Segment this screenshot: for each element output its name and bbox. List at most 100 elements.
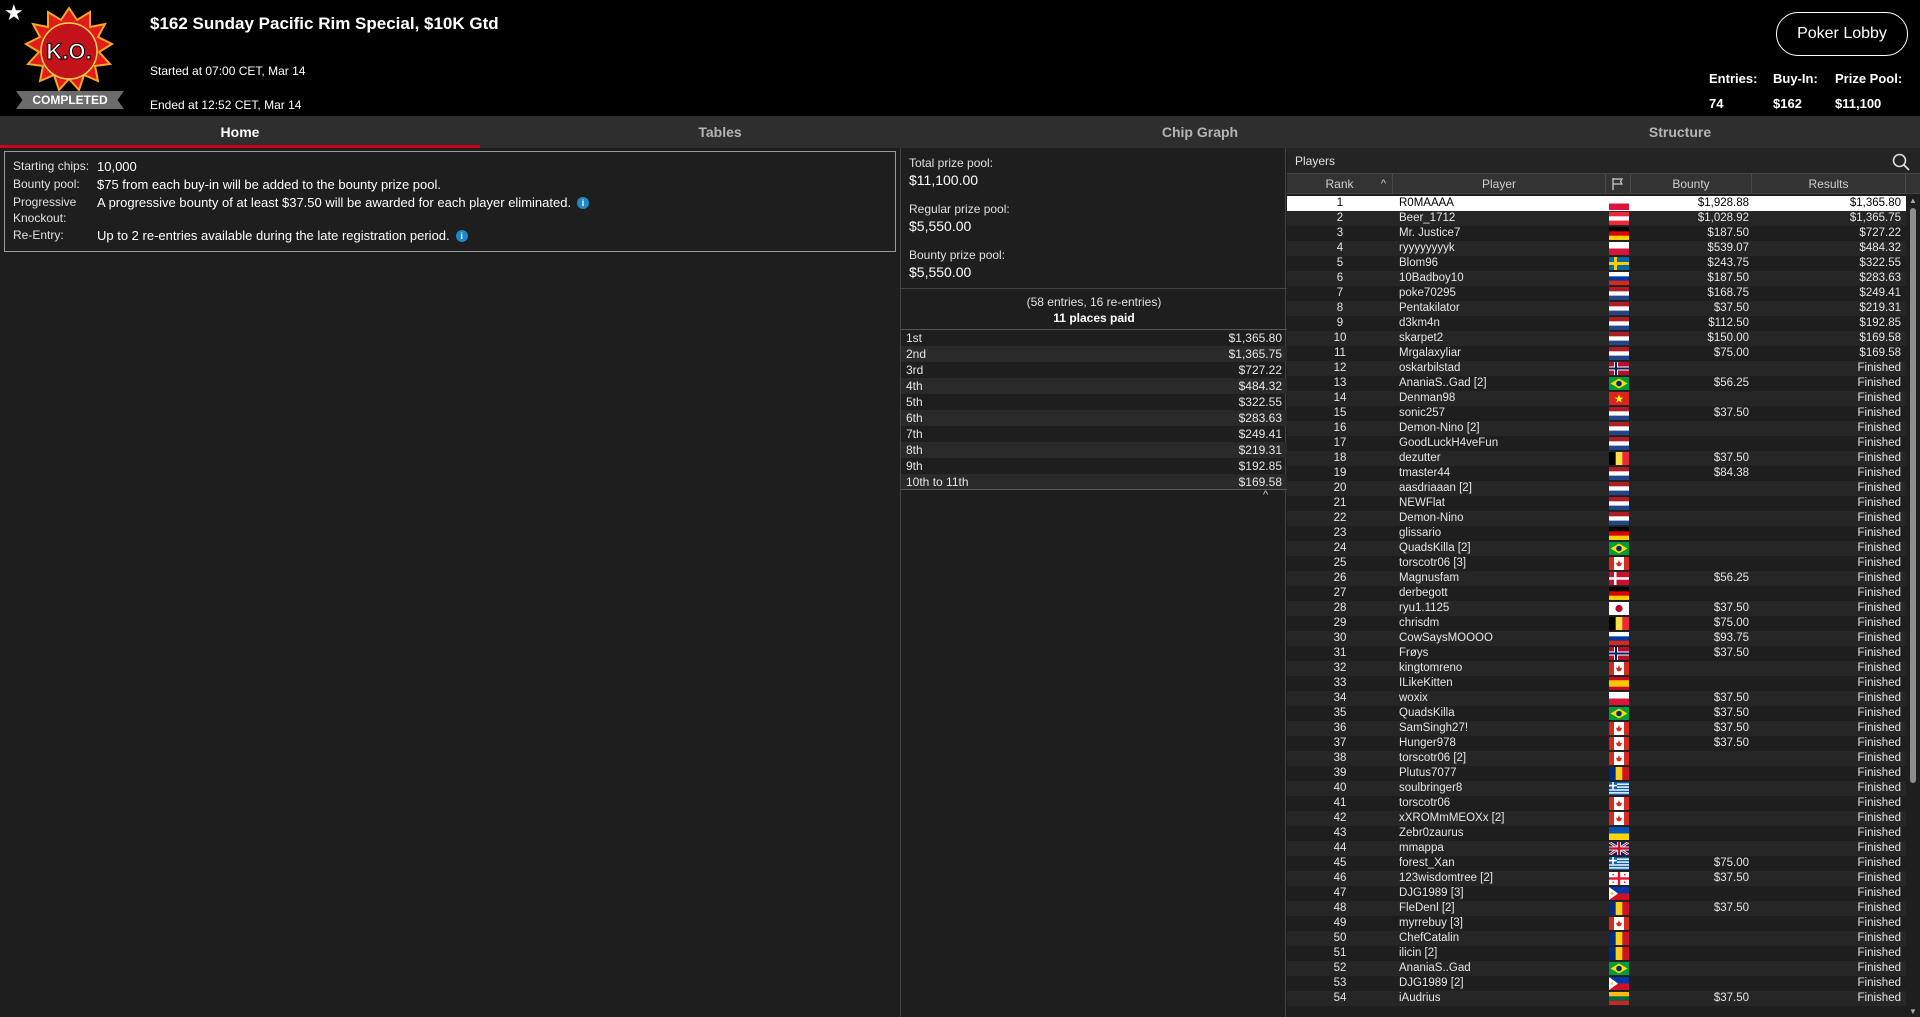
player-row[interactable]: 1 R0MAAAA $1,928.88 $1,365.80 <box>1287 196 1906 211</box>
player-name: CowSaysMOOOO <box>1399 632 1493 644</box>
player-row[interactable]: 52 AnaniaS..Gad Finished <box>1287 961 1906 976</box>
buyin-value: $162 <box>1773 96 1802 111</box>
player-row[interactable]: 54 iAudrius $37.50 Finished <box>1287 991 1906 1006</box>
player-row[interactable]: 41 torscotr06 Finished <box>1287 796 1906 811</box>
player-row[interactable]: 9 d3km4n $112.50 $192.85 <box>1287 316 1906 331</box>
player-row[interactable]: 45 forest_Xan $75.00 Finished <box>1287 856 1906 871</box>
tab-bar: Home Tables Chip Graph Structure <box>0 116 1920 148</box>
player-bounty <box>1631 751 1752 766</box>
player-row[interactable]: 40 soulbringer8 Finished <box>1287 781 1906 796</box>
player-row[interactable]: 32 kingtomreno Finished <box>1287 661 1906 676</box>
player-row[interactable]: 4 ryyyyyyyyk $539.07 $484.32 <box>1287 241 1906 256</box>
player-row[interactable]: 29 chrisdm $75.00 Finished <box>1287 616 1906 631</box>
favorite-star-icon[interactable]: ★ <box>4 1 24 25</box>
player-row[interactable]: 11 Mrgalaxyliar $75.00 $169.58 <box>1287 346 1906 361</box>
player-row[interactable]: 46 123wisdomtree [2] $37.50 Finished <box>1287 871 1906 886</box>
player-rank: 18 <box>1333 452 1347 464</box>
col-bounty[interactable]: Bounty <box>1631 174 1752 193</box>
player-row[interactable]: 43 Zebr0zaurus Finished <box>1287 826 1906 841</box>
player-result: Finished <box>1857 902 1901 914</box>
player-name: Hunger978 <box>1399 737 1456 749</box>
player-row[interactable]: 18 dezutter $37.50 Finished <box>1287 451 1906 466</box>
player-row[interactable]: 30 CowSaysMOOOO $93.75 Finished <box>1287 631 1906 646</box>
scroll-up-icon[interactable]: ▲ <box>1908 196 1918 206</box>
player-row[interactable]: 47 DJG1989 [3] Finished <box>1287 886 1906 901</box>
player-rank: 22 <box>1333 512 1347 524</box>
tab-chip-graph[interactable]: Chip Graph <box>960 116 1440 148</box>
player-result: Finished <box>1857 572 1901 584</box>
player-row[interactable]: 6 10Badboy10 $187.50 $283.63 <box>1287 271 1906 286</box>
player-row[interactable]: 44 mmappa Finished <box>1287 841 1906 856</box>
scroll-down-icon[interactable]: ▼ <box>1908 1007 1918 1017</box>
player-row[interactable]: 13 AnaniaS..Gad [2] $56.25 Finished <box>1287 376 1906 391</box>
player-row[interactable]: 39 Plutus7077 Finished <box>1287 766 1906 781</box>
info-icon[interactable]: i <box>577 197 590 209</box>
player-bounty: $539.07 <box>1707 242 1749 254</box>
player-row[interactable]: 51 ilicin [2] Finished <box>1287 946 1906 961</box>
player-row[interactable]: 38 torscotr06 [2] Finished <box>1287 751 1906 766</box>
collapse-arrow-icon[interactable]: ^ <box>1263 489 1268 501</box>
player-row[interactable]: 10 skarpet2 $150.00 $169.58 <box>1287 331 1906 346</box>
player-rank: 40 <box>1333 782 1347 794</box>
player-result: $322.55 <box>1859 257 1901 269</box>
player-row[interactable]: 26 Magnusfam $56.25 Finished <box>1287 571 1906 586</box>
player-row[interactable]: 3 Mr. Justice7 $187.50 $727.22 <box>1287 226 1906 241</box>
tab-tables[interactable]: Tables <box>480 116 960 148</box>
player-row[interactable]: 31 Frøys $37.50 Finished <box>1287 646 1906 661</box>
player-row[interactable]: 19 tmaster44 $84.38 Finished <box>1287 466 1906 481</box>
player-row[interactable]: 36 SamSingh27! $37.50 Finished <box>1287 721 1906 736</box>
player-row[interactable]: 50 ChefCatalin Finished <box>1287 931 1906 946</box>
player-row[interactable]: 17 GoodLuckH4veFun Finished <box>1287 436 1906 451</box>
col-rank[interactable]: Rank ^ <box>1287 174 1393 193</box>
player-result: Finished <box>1857 632 1901 644</box>
player-row[interactable]: 20 aasdriaaan [2] Finished <box>1287 481 1906 496</box>
player-row[interactable]: 49 myrrebuy [3] Finished <box>1287 916 1906 931</box>
player-bounty <box>1631 556 1752 571</box>
players-scrollbar[interactable]: ▲ ▼ <box>1908 196 1918 1017</box>
player-row[interactable]: 53 DJG1989 [2] Finished <box>1287 976 1906 991</box>
player-row[interactable]: 16 Demon-Nino [2] Finished <box>1287 421 1906 436</box>
player-row[interactable]: 34 woxix $37.50 Finished <box>1287 691 1906 706</box>
player-bounty <box>1631 511 1752 526</box>
player-country <box>1606 316 1631 331</box>
payout-amount: $727.22 <box>1238 363 1282 377</box>
info-icon[interactable]: i <box>455 230 468 242</box>
tab-home[interactable]: Home <box>0 116 480 148</box>
player-row[interactable]: 25 torscotr06 [3] Finished <box>1287 556 1906 571</box>
player-row[interactable]: 42 xXROMmMEOXx [2] Finished <box>1287 811 1906 826</box>
player-row[interactable]: 12 oskarbilstad Finished <box>1287 361 1906 376</box>
player-row[interactable]: 27 derbegott Finished <box>1287 586 1906 601</box>
col-country[interactable] <box>1606 174 1631 193</box>
player-row[interactable]: 35 QuadsKilla $37.50 Finished <box>1287 706 1906 721</box>
col-player[interactable]: Player <box>1393 174 1606 193</box>
player-name: ryu1.1125 <box>1399 602 1450 614</box>
player-row[interactable]: 8 Pentakilator $37.50 $219.31 <box>1287 301 1906 316</box>
player-row[interactable]: 5 Blom96 $243.75 $322.55 <box>1287 256 1906 271</box>
player-row[interactable]: 14 Denman98 Finished <box>1287 391 1906 406</box>
player-country <box>1606 451 1631 466</box>
player-name: Blom96 <box>1399 257 1438 269</box>
player-row[interactable]: 15 sonic257 $37.50 Finished <box>1287 406 1906 421</box>
player-bounty: $243.75 <box>1707 257 1749 269</box>
player-row[interactable]: 7 poke70295 $168.75 $249.41 <box>1287 286 1906 301</box>
player-row[interactable]: 2 Beer_1712 $1,028.92 $1,365.75 <box>1287 211 1906 226</box>
player-row[interactable]: 21 NEWFlat Finished <box>1287 496 1906 511</box>
scroll-thumb[interactable] <box>1910 208 1916 783</box>
player-row[interactable]: 24 QuadsKilla [2] Finished <box>1287 541 1906 556</box>
payout-place: 9th <box>906 459 923 473</box>
player-row[interactable]: 33 ILikeKitten Finished <box>1287 676 1906 691</box>
player-rank: 53 <box>1333 977 1347 989</box>
player-row[interactable]: 48 FleDenl [2] $37.50 Finished <box>1287 901 1906 916</box>
player-row[interactable]: 23 glissario Finished <box>1287 526 1906 541</box>
player-row[interactable]: 28 ryu1.1125 $37.50 Finished <box>1287 601 1906 616</box>
player-row[interactable]: 22 Demon-Nino Finished <box>1287 511 1906 526</box>
flag-ru-icon <box>1608 272 1629 285</box>
player-rank: 27 <box>1333 587 1347 599</box>
tab-structure[interactable]: Structure <box>1440 116 1920 148</box>
player-name: forest_Xan <box>1399 857 1455 869</box>
col-results[interactable]: Results <box>1752 174 1906 193</box>
poker-lobby-button[interactable]: Poker Lobby <box>1776 12 1908 56</box>
search-icon[interactable] <box>1892 153 1910 171</box>
player-row[interactable]: 37 Hunger978 $37.50 Finished <box>1287 736 1906 751</box>
player-name: Mr. Justice7 <box>1399 227 1461 239</box>
